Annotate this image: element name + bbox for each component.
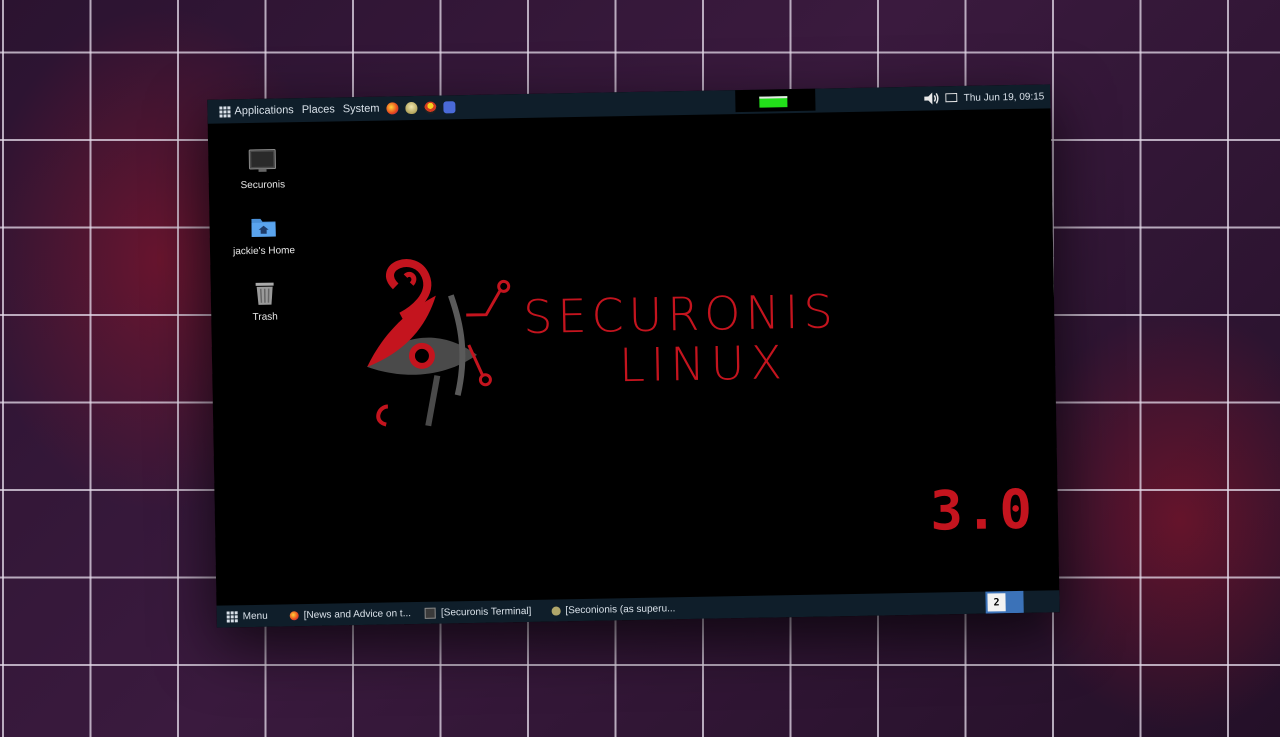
grid-icon bbox=[226, 610, 238, 622]
clock[interactable]: Thu Jun 19, 09:15 bbox=[964, 91, 1045, 103]
desktop-icon-trash[interactable]: Trash bbox=[225, 278, 306, 323]
menu-label: Menu bbox=[242, 610, 268, 622]
volume-icon[interactable] bbox=[924, 91, 940, 105]
battery-icon bbox=[759, 96, 788, 108]
onion-icon bbox=[551, 605, 561, 616]
trash-icon bbox=[255, 282, 274, 305]
desktop-screen: Applications Places System Thu Jun 19, 0… bbox=[207, 84, 1060, 628]
taskbar-item-label: [News and Advice on t... bbox=[303, 607, 412, 621]
tux-icon[interactable] bbox=[424, 101, 437, 114]
monitor-icon bbox=[248, 149, 276, 172]
lock-icon[interactable] bbox=[443, 101, 456, 114]
terminal-icon bbox=[424, 607, 437, 619]
system-label: System bbox=[342, 102, 380, 116]
workspace-switcher[interactable]: 2 bbox=[985, 590, 1024, 614]
brand-wordmark: SECURONIS LINUX bbox=[523, 284, 839, 394]
desktop-icon-securonis[interactable]: Securonis bbox=[222, 146, 303, 191]
brand-line-2: LINUX bbox=[618, 335, 789, 393]
taskbar-item[interactable]: [Seconionis (as superu... bbox=[551, 602, 676, 616]
applications-label: Applications bbox=[234, 104, 294, 118]
desktop-icon-label: jackie's Home bbox=[232, 245, 296, 258]
grid-icon bbox=[219, 105, 231, 118]
brand-line-1: SECURONIS bbox=[522, 284, 839, 345]
taskbar-item[interactable]: [News and Advice on t... bbox=[289, 607, 412, 621]
workspace-number: 2 bbox=[987, 593, 1006, 612]
firefox-icon[interactable] bbox=[386, 102, 399, 115]
firefox-icon bbox=[289, 610, 299, 620]
tor-onion-icon[interactable] bbox=[405, 101, 418, 115]
system-tray: Thu Jun 19, 09:15 bbox=[924, 89, 1045, 105]
securonis-eye-logo bbox=[367, 259, 511, 427]
version-label: 3.0 bbox=[929, 477, 1035, 543]
applications-menu[interactable]: Applications bbox=[215, 104, 294, 117]
menu-button[interactable]: Menu bbox=[223, 610, 268, 622]
taskbar-item-label: [Securonis Terminal] bbox=[440, 605, 532, 619]
places-menu[interactable]: Places bbox=[302, 103, 335, 116]
system-menu[interactable]: System bbox=[343, 103, 380, 116]
taskbar-item[interactable]: [Securonis Terminal] bbox=[424, 605, 532, 619]
desktop-icon-home[interactable]: jackie's Home bbox=[223, 212, 304, 257]
home-folder-icon bbox=[251, 218, 276, 237]
desktop-icon-label: Trash bbox=[252, 311, 278, 323]
desktop-screenshot: Applications Places System Thu Jun 19, 0… bbox=[207, 84, 1060, 628]
places-label: Places bbox=[301, 103, 335, 117]
display-icon[interactable] bbox=[945, 93, 958, 103]
desktop-icon-label: Securonis bbox=[240, 179, 286, 192]
taskbar-item-label: [Seconionis (as superu... bbox=[565, 602, 676, 616]
